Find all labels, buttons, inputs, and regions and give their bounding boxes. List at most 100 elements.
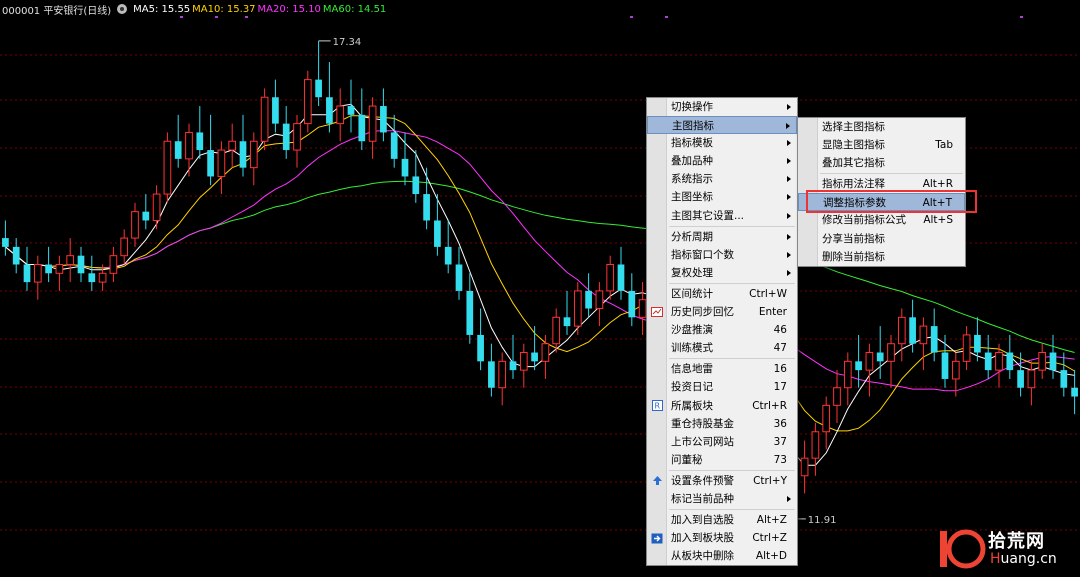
main_menu-item[interactable]: R 所属板块 Ctrl+R xyxy=(647,397,797,415)
submenu-arrow-icon xyxy=(787,140,791,147)
main_menu-item-label: 指标模板 xyxy=(671,137,713,150)
candle-body-down xyxy=(1071,387,1078,397)
sub_menu-item[interactable]: 叠加其它指标 xyxy=(798,154,965,172)
main_menu-item[interactable]: 主图其它设置... xyxy=(647,207,797,225)
candle-body-down xyxy=(282,123,290,151)
main_menu-item[interactable]: 信息地雷 16 xyxy=(647,360,797,378)
candle-body-up xyxy=(822,404,831,433)
main_menu-item[interactable]: 沙盘推演 46 xyxy=(647,321,797,339)
candle-body-up xyxy=(800,457,809,477)
submenu-arrow-icon xyxy=(786,123,790,130)
candle-body-up xyxy=(498,360,507,389)
candle-body-down xyxy=(401,158,409,177)
main_menu-item-shortcut: Ctrl+R xyxy=(752,399,787,412)
candle-body-up xyxy=(260,96,269,142)
main_menu-item-label: 主图其它设置... xyxy=(671,209,745,222)
candle-body-up xyxy=(606,263,615,292)
main_menu-item[interactable]: 指标窗口个数 xyxy=(647,246,797,264)
main_menu-item[interactable]: 系统指示 xyxy=(647,170,797,188)
main_menu-item[interactable]: 训练模式 47 xyxy=(647,339,797,357)
main_menu-item[interactable]: 上市公司网站 37 xyxy=(647,433,797,451)
candle-body-down xyxy=(974,334,981,353)
main_menu-item[interactable]: 区间统计 Ctrl+W xyxy=(647,285,797,303)
menu-separator xyxy=(669,469,795,471)
candle-body-up xyxy=(55,263,64,274)
candle-body-down xyxy=(142,211,150,221)
candle-body-up xyxy=(66,255,75,265)
main_menu-item[interactable]: 切换操作 xyxy=(647,98,797,116)
ma60-label: MA60: 14.51 xyxy=(322,3,387,15)
candle-body-up xyxy=(995,352,1003,371)
main_menu-item-label: 区间统计 xyxy=(671,287,713,300)
event-marker xyxy=(245,16,248,18)
sector-icon: R xyxy=(651,400,663,412)
sub_menu-item[interactable]: 调整指标参数 Alt+T xyxy=(798,193,965,212)
menu-separator xyxy=(669,225,795,227)
candle-body-up xyxy=(293,123,301,151)
main_menu-item[interactable]: 主图指标 xyxy=(647,116,797,135)
candle-body-down xyxy=(434,220,441,247)
candle-body-down xyxy=(2,238,9,247)
main_menu-item[interactable]: 叠加品种 xyxy=(647,152,797,170)
candle-body-up xyxy=(951,360,960,380)
sub_menu-item-label: 指标用法注释 xyxy=(822,178,885,191)
main_menu-item-label: 标记当前品种 xyxy=(671,492,734,505)
sub_menu-item-label: 删除当前指标 xyxy=(822,250,885,263)
main_menu-item[interactable]: 投资日记 17 xyxy=(647,378,797,396)
main_menu-item-label: 系统指示 xyxy=(671,173,713,186)
submenu-arrow-icon xyxy=(787,212,791,219)
watermark-cn-text: 拾荒网 xyxy=(988,531,1045,552)
main_menu-item[interactable]: 分析周期 xyxy=(647,228,797,246)
main_menu-item[interactable]: 标记当前品种 xyxy=(647,490,797,508)
main_menu-item-shortcut: 37 xyxy=(773,435,787,448)
candle-body-up xyxy=(368,105,377,142)
main_menu-item-shortcut: Alt+Z xyxy=(756,514,787,527)
candle-body-up xyxy=(887,343,895,362)
sub_menu-item[interactable]: 删除当前指标 xyxy=(798,248,965,266)
main_menu-item[interactable]: 问董秘 73 xyxy=(647,451,797,469)
candle-body-up xyxy=(152,193,161,221)
candlestick-chart[interactable]: 17.34 11.91 xyxy=(0,0,1080,577)
sub_menu-item-label: 叠加其它指标 xyxy=(822,157,885,170)
main_menu-item[interactable]: 设置条件预警 Ctrl+Y xyxy=(647,472,797,490)
stock-title: 000001 平安银行(日线) xyxy=(2,5,112,17)
candle-body-down xyxy=(45,264,52,274)
ma-legend: MA5: 15.55 MA10: 15.37 MA20: 15.10 MA60:… xyxy=(133,4,386,15)
main_menu-item-label: 叠加品种 xyxy=(671,155,713,168)
candle-body-up xyxy=(541,343,550,362)
main_menu-item[interactable]: 指标模板 xyxy=(647,134,797,152)
sub_menu-item[interactable]: 显隐主图指标 Tab xyxy=(798,136,965,154)
gear-icon[interactable] xyxy=(117,4,128,14)
submenu-arrow-icon xyxy=(787,495,791,502)
candle-body-up xyxy=(1038,352,1047,371)
candle-body-down xyxy=(23,264,31,283)
main_menu-item[interactable]: 从板块中删除 Alt+D xyxy=(647,547,797,565)
candle-body-up xyxy=(552,316,561,345)
candle-body-up xyxy=(336,105,345,125)
sub_menu-item[interactable]: 修改当前指标公式 Alt+S xyxy=(798,211,965,229)
main_menu-item[interactable]: 复权处理 xyxy=(647,264,797,282)
main_menu-item[interactable]: 历史同步回忆 Enter xyxy=(647,303,797,321)
main_menu-item[interactable]: 加入到自选股 Alt+Z xyxy=(647,511,797,529)
sub_menu-item[interactable]: 选择主图指标 xyxy=(798,118,965,136)
candle-body-up xyxy=(519,352,528,371)
sub_menu-item-shortcut: Alt+R xyxy=(922,178,953,191)
sub_menu-item[interactable]: 指标用法注释 Alt+R xyxy=(798,175,965,193)
main_menu-item-shortcut: 46 xyxy=(773,324,787,337)
candle-body-down xyxy=(358,114,366,142)
main_menu-item-label: 分析周期 xyxy=(671,230,713,243)
candle-body-down xyxy=(1017,370,1024,388)
main_menu-item[interactable]: 主图坐标 xyxy=(647,188,797,206)
candle-body-down xyxy=(1006,352,1014,371)
main_menu-item-label: 设置条件预警 xyxy=(671,474,734,487)
candle-body-down xyxy=(477,334,484,362)
candle-body-down xyxy=(380,106,387,133)
event-marker xyxy=(180,16,183,18)
sub_menu-item[interactable]: 分享当前指标 xyxy=(798,230,965,248)
candle-body-down xyxy=(347,106,355,115)
sub_menu-item-label: 调整指标参数 xyxy=(823,197,886,210)
main_menu-item-shortcut: 47 xyxy=(773,342,787,355)
submenu-arrow-icon xyxy=(787,194,791,201)
main_menu-item[interactable]: 重仓持股基金 36 xyxy=(647,415,797,433)
main_menu-item[interactable]: 加入到板块股 Ctrl+Z xyxy=(647,529,797,547)
